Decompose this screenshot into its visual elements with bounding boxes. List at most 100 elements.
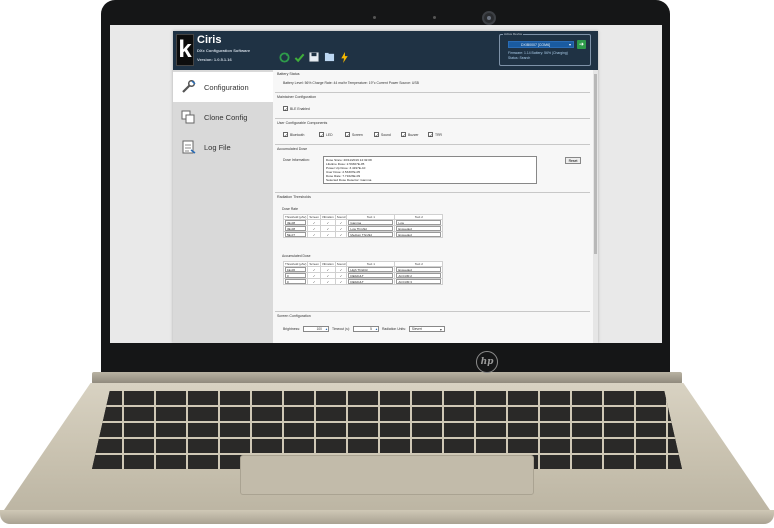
section-title: Battery Status [277,72,300,76]
mic-dot [373,16,376,19]
text1-cell[interactable]: DEFAULT [346,278,396,285]
sidebar-item-label: Clone Config [204,112,248,122]
save-icon[interactable] [308,51,320,63]
brightness-stepper[interactable]: 100 [302,326,329,332]
text2-cell[interactable]: ACCUM 3 [394,278,444,285]
refresh-icon[interactable] [278,51,290,63]
threshold-cell[interactable]: 5E-07 [282,231,309,238]
battery-status-text: Battery Level: 56% Charge Rate: 44 ma/hr… [283,81,419,85]
checkbox-label: Buzzer [408,132,419,137]
ciris-app-window: k Ciris DXx Configuration Software Versi… [173,31,598,343]
checkbox-checked[interactable]: ✓ [428,132,433,138]
log-file-icon [180,140,196,154]
text1-input[interactable]: High Thrshld [348,267,394,272]
toolbar [278,51,350,63]
sidebar-item-label: Configuration [204,82,249,92]
webcam-icon [482,11,496,25]
section-title: Maintainer Configuration [277,95,317,99]
screen-checkbox[interactable]: ✓ [307,278,321,285]
text1-input[interactable]: Medium Thrshld [348,232,394,237]
threshold-input[interactable]: 5E-07 [285,232,307,237]
col-header: Threshold (µSv) [282,214,309,220]
timeout-stepper[interactable]: 5 [352,326,379,332]
sidebar-item-configuration[interactable]: Configuration [173,72,273,102]
hp-logo: hp [476,351,498,373]
bluetooth-checkbox[interactable]: ✓ Bluetooth [283,132,304,138]
checkbox-checked[interactable]: ✓ [319,132,324,138]
units-label: Radiation Units: [381,327,406,331]
checkbox-checked[interactable]: ✓ [374,132,379,138]
sidebar-item-label: Log File [204,142,231,152]
buzzer-checkbox[interactable]: ✓ Buzzer [401,132,419,138]
vibration-checkbox[interactable]: ✓ [319,231,336,238]
checkbox-checked[interactable]: ✓ [283,132,288,138]
vibration-checkbox[interactable]: ✓ [319,278,336,285]
text2-cell[interactable]: Exceeded [394,231,444,238]
checkbox-checked[interactable]: ✓ [283,106,288,112]
table-row: 0 ✓ ✓ ✓ DEFAULT ACCUM 3 [282,278,444,285]
check-icon[interactable] [293,51,305,63]
text2-input[interactable]: Low [396,220,442,225]
threshold-input[interactable]: 3E-08 [285,220,307,225]
text2-input[interactable]: ACCUM 2 [396,273,442,278]
threshold-input[interactable]: 0 [285,273,307,278]
laptop-front-edge [0,510,774,524]
text1-input[interactable]: DEFAULT [348,273,394,278]
device-select[interactable]: DXIB0007 [COM6] [508,41,574,48]
threshold-cell[interactable]: 0 [282,278,309,285]
text2-input[interactable]: Exceeded [396,232,442,237]
checkbox-label: BLE Enabled [290,106,310,111]
text2-input[interactable]: Exceeded [396,267,442,272]
checkbox-checked[interactable]: ✓ [345,132,350,138]
laptop-hinge [92,372,682,384]
sound-checkbox[interactable]: ✓ [334,231,348,238]
accumulated-dose-table: Threshold (µSv) Screen Vibration Sound T… [282,261,444,285]
checkbox-checked[interactable]: ✓ [401,132,406,138]
col-header: Sound [334,214,348,220]
checkbox-label: Sound [381,132,391,137]
brightness-label: Brightness: [283,327,300,331]
battery-status-section: Battery Status Battery Level: 56% Charge… [275,70,590,90]
text1-cell[interactable]: Medium Thrshld [346,231,396,238]
text2-input[interactable]: ACCUM 3 [396,279,442,284]
table-row: 5E-07 ✓ ✓ ✓ Medium Thrshld Exceeded [282,231,444,238]
accumulated-dose-section: Accumulated Dose Dose Information: Dose … [275,144,590,190]
sidebar-item-log-file[interactable]: Log File [173,132,273,162]
screen-checkbox[interactable]: ✓ [307,231,321,238]
dose-info-textbox[interactable]: Dose Since: 20/11/2019 14:32:08 Lifetime… [323,156,537,184]
threshold-input[interactable]: 3E-08 [285,226,307,231]
sidebar-item-clone-config[interactable]: Clone Config [173,102,273,132]
ble-enabled-checkbox[interactable]: ✓ BLE Enabled [283,106,310,112]
led-checkbox[interactable]: ✓ LED [319,132,333,138]
sound-checkbox[interactable]: ✓ [334,278,348,285]
threshold-input[interactable]: 0 [285,279,307,284]
section-title: User Configurable Components [277,121,328,125]
scrollbar[interactable] [593,70,598,343]
sound-checkbox[interactable]: ✓ Sound [374,132,391,138]
text1-input[interactable]: Low Thrshld [348,226,394,231]
reset-button[interactable]: Reset [565,157,581,164]
text1-input[interactable]: Gamma [348,220,394,225]
text2-input[interactable]: Exceeded [396,226,442,231]
folder-icon[interactable] [323,51,335,63]
checkbox-label: TRR [435,132,442,137]
col-header: Vibration [319,261,336,267]
trr-checkbox[interactable]: ✓ TRR [428,132,442,138]
flash-icon[interactable] [338,51,350,63]
dose-info-label: Dose Information: [283,158,310,162]
section-title: Screen Configuration [277,314,311,318]
col-header: Vibration [319,214,336,220]
threshold-input[interactable]: 1E-06 [285,267,307,272]
units-dropdown[interactable]: Sievert [408,326,445,332]
scroll-thumb[interactable] [594,74,597,254]
clone-icon [180,110,196,124]
connect-arrow-icon[interactable]: ➜ [577,40,586,49]
configuration-panel: Battery Status Battery Level: 56% Charge… [273,70,598,343]
app-version: Version: 1.0.5.1.16 [197,57,232,62]
laptop-screen: k Ciris DXx Configuration Software Versi… [110,25,662,343]
screen-checkbox[interactable]: ✓ Screen [345,132,363,138]
app-name: Ciris [197,34,222,46]
dose-line: Selected Dose Detector: Gamma [326,178,372,182]
text1-input[interactable]: DEFAULT [348,279,394,284]
brand-logo: k [176,34,194,66]
